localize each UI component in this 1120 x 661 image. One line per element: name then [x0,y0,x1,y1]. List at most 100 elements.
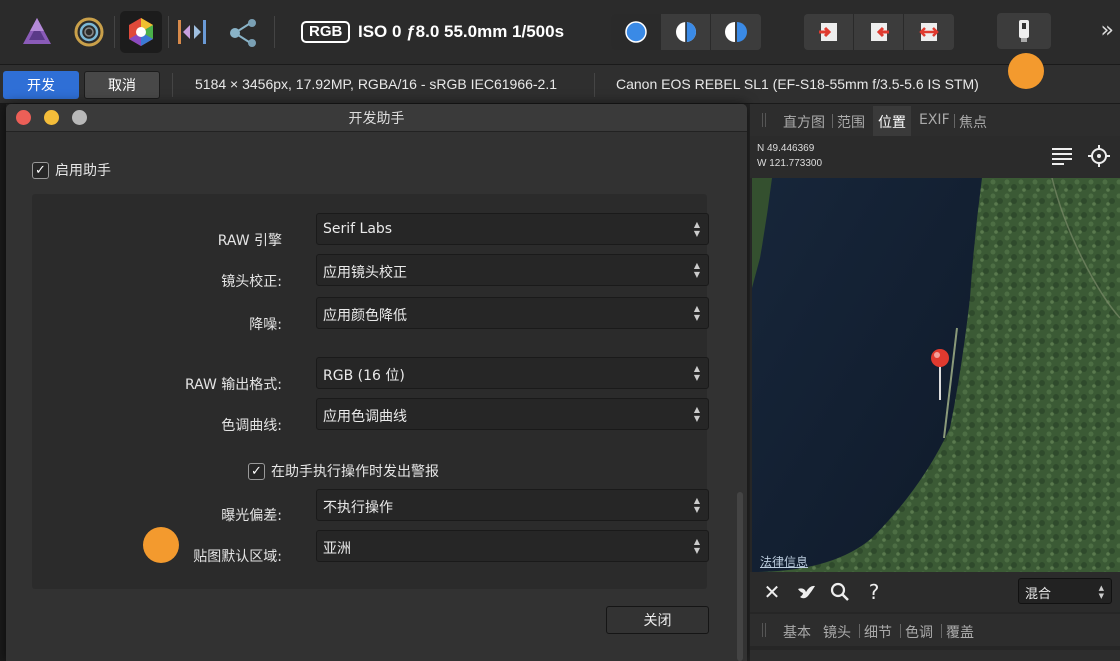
raw-output-select[interactable]: RGB (16 位) ▲ ▼ [316,357,709,389]
main-toolbar: RGB ISO 0 ƒ8.0 55.0mm 1/500s » [0,0,1120,64]
exposure-bias-label: 曝光偏差: [221,508,282,524]
tone-mapping-persona-icon[interactable] [174,14,210,50]
clip-highlights-button[interactable] [804,14,854,50]
select-arrows-icon: ▲ ▼ [693,261,700,279]
search-icon[interactable] [828,580,852,604]
mirror-view-button[interactable] [711,14,761,50]
image-info: 5184 × 3456px, 17.92MP, RGBA/16 - sRGB I… [195,76,558,92]
dialog-scrollbar[interactable] [737,492,743,661]
tab-location[interactable]: 位置 [873,106,911,138]
develop-persona-icon[interactable] [120,11,162,53]
satellite-map-image [752,178,1120,572]
raw-output-value: RGB (16 位) [323,368,405,384]
develop-assistant-dialog: 开发助手 ✓ 启用助手 RAW 引擎 Serif Labs ▲ ▼ 镜头校正: 应… [6,104,747,661]
clipping-group [804,14,954,50]
latitude: N 49.446369 [757,143,815,154]
select-arrows-icon: ▲ ▼ [1098,584,1104,600]
map-tools-bar: ✕ ? 混合 ▲ ▼ [750,572,1120,612]
click-indicator [143,527,179,563]
list-icon[interactable] [1052,147,1072,165]
raw-engine-value: Serif Labs [323,221,393,237]
single-view-icon [624,21,647,43]
coordinates-bar: N 49.446369 W 121.773300 [750,136,1120,178]
exposure-bias-select[interactable]: 不执行操作 ▲ ▼ [316,489,709,521]
clip-shadows-button[interactable] [854,14,904,50]
map-region-value: 亚洲 [323,541,351,557]
warn-on-action-label: 在助手执行操作时发出警报 [271,464,439,480]
clip-shadows-icon [870,23,889,41]
tone-curve-select[interactable]: 应用色调曲线 ▲ ▼ [316,398,709,430]
raw-engine-select[interactable]: Serif Labs ▲ ▼ [316,213,709,245]
develop-button[interactable]: 开发 [3,71,79,99]
color-format-badge: RGB [301,21,351,43]
develop-tabs: 基本 镜头 细节 色调 覆盖 [750,614,1120,646]
checkmark-icon: ✓ [248,462,265,480]
single-view-button[interactable] [611,14,661,50]
exposure-bias-value: 不执行操作 [323,500,393,516]
select-arrows-icon: ▲ ▼ [693,220,700,238]
dialog-title: 开发助手 [348,111,405,127]
cancel-button[interactable]: 取消 [84,71,160,99]
noise-reduction-label: 降噪: [249,317,282,333]
dialog-close-button[interactable]: 关闭 [606,606,709,634]
click-indicator [1008,53,1044,89]
clip-tones-button[interactable] [904,14,954,50]
expand-icon[interactable]: ✕ [760,580,784,604]
split-view-button[interactable] [661,14,711,50]
assistant-button[interactable] [997,13,1051,49]
enable-assistant-checkbox[interactable]: ✓ 启用助手 [32,160,111,180]
select-arrows-icon: ▲ ▼ [693,364,700,382]
bottom-tabs [750,650,1120,661]
select-arrows-icon: ▲ ▼ [693,496,700,514]
lens-correction-select[interactable]: 应用镜头校正 ▲ ▼ [316,254,709,286]
assistant-icon [1019,20,1029,42]
raw-engine-label: RAW 引擎 [217,233,282,249]
location-map[interactable]: 法律信息 [752,178,1120,572]
assistant-options-panel: RAW 引擎 Serif Labs ▲ ▼ 镜头校正: 应用镜头校正 ▲ ▼ 降噪:… [32,194,709,589]
select-arrows-icon: ▲ ▼ [693,405,700,423]
tab-lens[interactable]: 镜头 [823,622,851,642]
tab-overlays[interactable]: 覆盖 [946,622,974,642]
panel-grip-icon[interactable] [762,113,766,127]
select-arrows-icon: ▲ ▼ [693,537,700,555]
app-window: RGB ISO 0 ƒ8.0 55.0mm 1/500s » 开发 取消 518… [0,0,1120,661]
locate-icon[interactable] [1088,145,1110,167]
context-toolbar: 开发 取消 5184 × 3456px, 17.92MP, RGBA/16 - … [0,64,1120,104]
map-region-select[interactable]: 亚洲 ▲ ▼ [316,530,709,562]
mirror-view-icon [725,22,747,42]
help-icon[interactable]: ? [862,580,886,604]
tab-histogram[interactable]: 直方图 [783,112,825,132]
warn-on-action-checkbox[interactable]: ✓ 在助手执行操作时发出警报 [248,461,439,481]
blend-mode-select[interactable]: 混合 ▲ ▼ [1018,578,1112,604]
studio-tabs: 直方图 范围 位置 EXIF 焦点 [750,104,1120,138]
checkmark-icon: ✓ [32,161,49,179]
longitude: W 121.773300 [757,158,823,169]
panel-grip-icon[interactable] [762,623,766,637]
tab-tones[interactable]: 色调 [905,622,933,642]
exif-summary: ISO 0 ƒ8.0 55.0mm 1/500s [358,22,565,41]
noise-reduction-select[interactable]: 应用颜色降低 ▲ ▼ [316,297,709,329]
tab-details[interactable]: 细节 [864,622,892,642]
blend-mode-value: 混合 [1025,587,1052,602]
photo-persona-icon[interactable] [19,14,55,50]
clip-tones-icon [919,23,939,41]
legal-link[interactable]: 法律信息 [760,553,808,570]
tab-basic[interactable]: 基本 [783,622,811,642]
tab-focus[interactable]: 焦点 [959,112,987,132]
lens-correction-label: 镜头校正: [221,274,282,290]
enable-assistant-label: 启用助手 [55,163,111,179]
select-arrows-icon: ▲ ▼ [693,304,700,322]
location-pin-icon [931,349,949,367]
more-toolbar-icon[interactable]: » [1101,18,1114,43]
lens-correction-value: 应用镜头校正 [323,265,407,281]
export-persona-icon[interactable] [225,14,261,50]
tab-scope[interactable]: 范围 [837,112,865,132]
tab-exif[interactable]: EXIF [919,112,950,128]
tone-curve-label: 色调曲线: [221,418,282,434]
raw-output-label: RAW 输出格式: [185,377,282,393]
liquify-persona-icon[interactable] [71,14,107,50]
clip-highlights-icon [818,23,837,41]
dialog-titlebar: 开发助手 [6,104,747,132]
bird-icon[interactable] [794,580,818,604]
camera-info: Canon EOS REBEL SL1 (EF-S18-55mm f/3.5-5… [616,76,979,92]
